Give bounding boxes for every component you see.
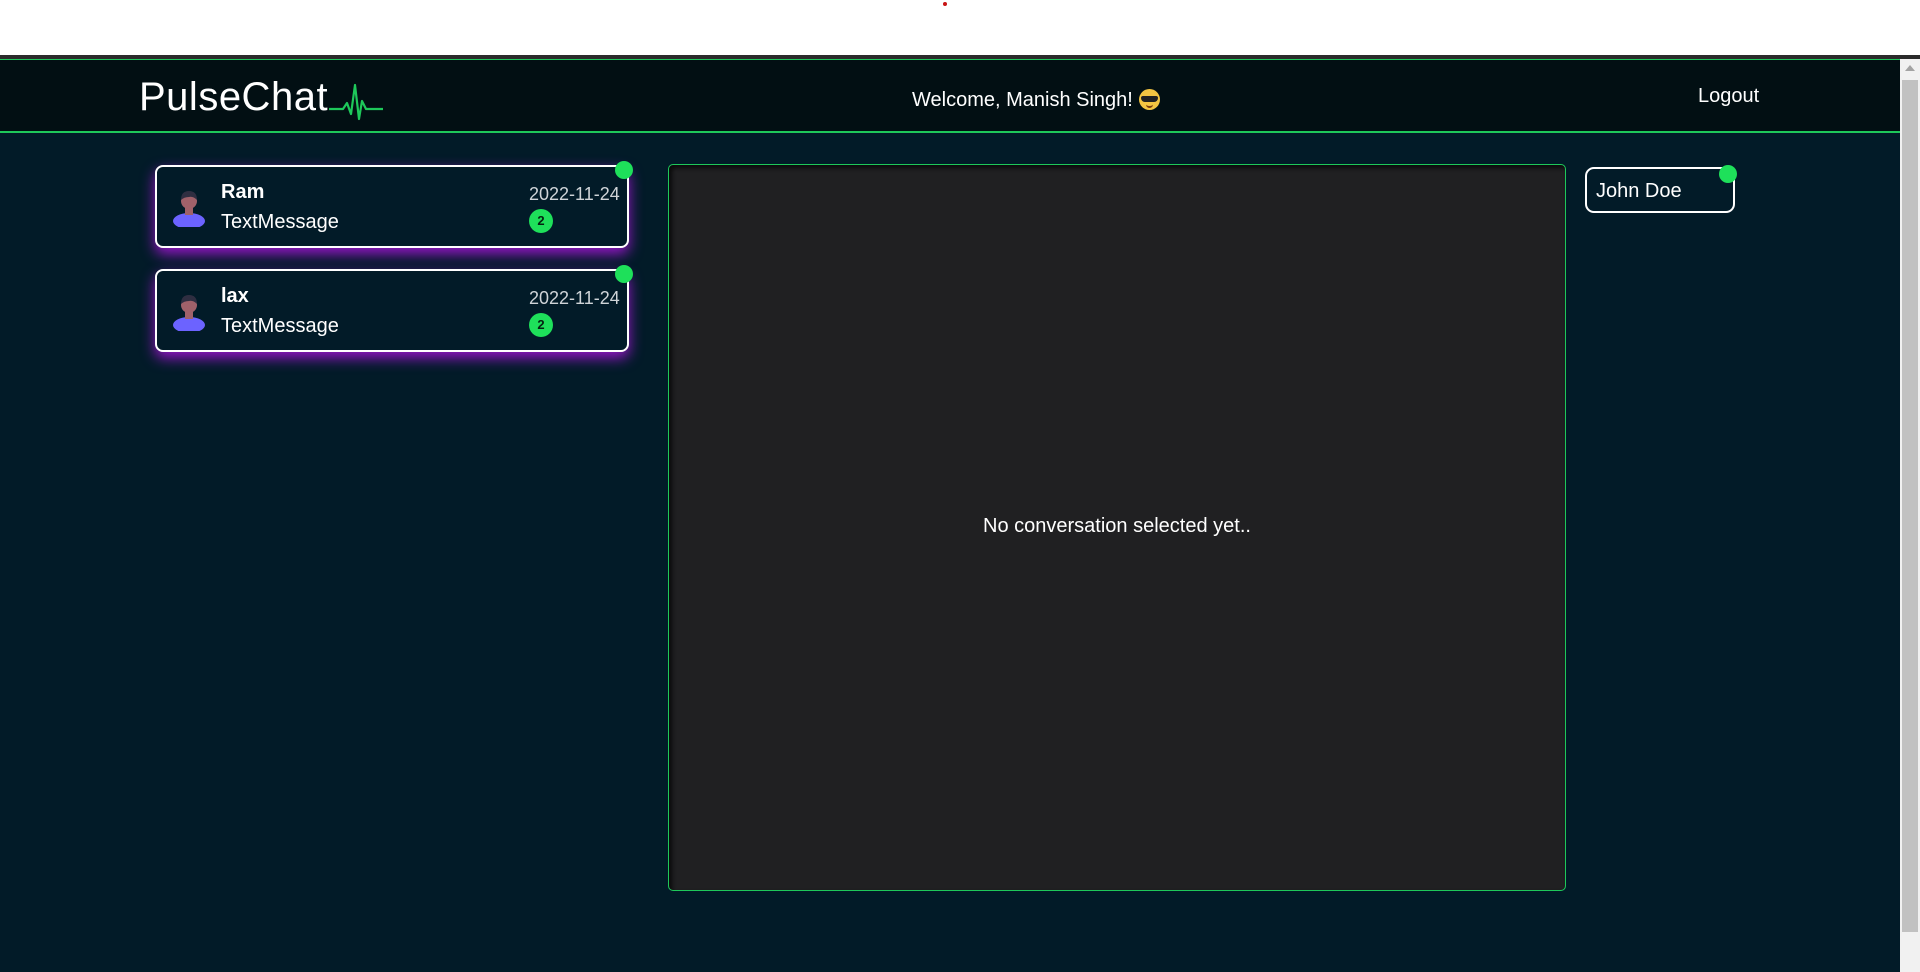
loading-indicator [943,2,947,6]
avatar-icon [173,295,205,331]
scroll-up-arrow-icon[interactable] [1905,65,1915,71]
welcome-text: Welcome, Manish Singh! [912,89,1133,111]
conversation-last-message: TextMessage [221,315,339,337]
logout-button[interactable]: Logout [1698,84,1759,108]
online-status-dot [1719,165,1737,183]
app-root: PulseChat Welcome, Manish Singh! Logout … [0,59,1900,972]
online-user-card[interactable]: John Doe [1585,165,1737,213]
scrollbar-thumb[interactable] [1902,80,1918,932]
pulse-icon [329,83,384,121]
avatar-icon [173,191,205,227]
conversation-last-message: TextMessage [221,211,339,233]
conversation-name: Ram [221,181,265,203]
conversation-card[interactable]: Ram TextMessage 2022-11-24 2 [155,161,633,248]
conversation-date: 2022-11-24 [529,288,620,308]
online-user-name: John Doe [1596,180,1682,202]
welcome-message: Welcome, Manish Singh! [912,88,1160,112]
unread-count-badge: 2 [529,313,553,337]
online-status-dot [615,265,633,283]
brand[interactable]: PulseChat [139,73,384,121]
unread-count-badge: 2 [529,209,553,233]
browser-top-strip [0,0,1920,55]
sunglasses-emoji-icon [1138,89,1160,110]
empty-chat-message: No conversation selected yet.. [983,515,1251,537]
conversation-card[interactable]: lax TextMessage 2022-11-24 2 [155,265,633,352]
vertical-scrollbar[interactable] [1900,59,1920,972]
chat-panel: No conversation selected yet.. [668,164,1566,891]
navbar: PulseChat Welcome, Manish Singh! Logout [0,59,1900,133]
online-status-dot [615,161,633,179]
brand-name: PulseChat [139,75,329,119]
conversation-date: 2022-11-24 [529,184,620,204]
conversation-name: lax [221,285,249,307]
